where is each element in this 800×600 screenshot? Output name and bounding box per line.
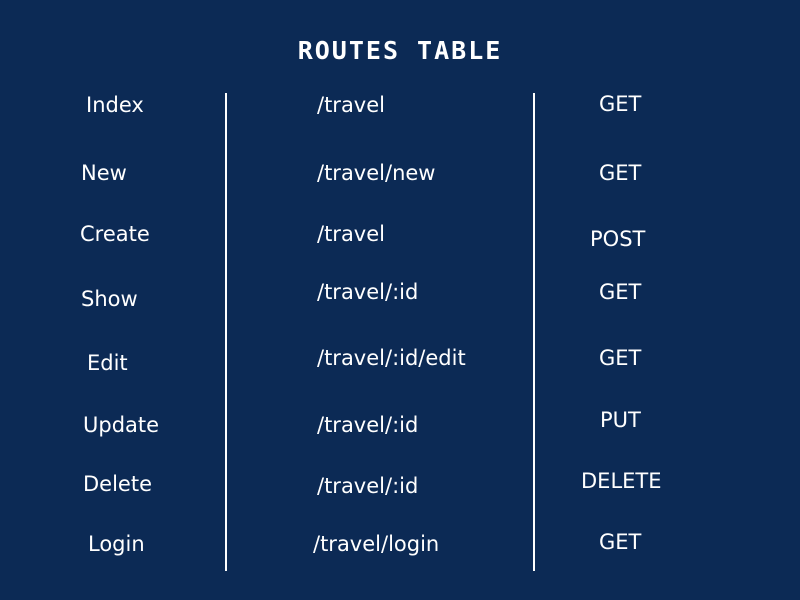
route-action-update: Update: [83, 413, 160, 437]
route-method-edit: GET: [599, 346, 642, 370]
route-path-show: /travel/:id: [317, 280, 419, 304]
route-method-index: GET: [599, 92, 642, 116]
page-title: ROUTES TABLE: [297, 36, 503, 65]
route-action-new: New: [81, 161, 127, 185]
route-action-edit: Edit: [87, 351, 128, 375]
route-action-delete: Delete: [83, 472, 152, 496]
column-divider-left: [225, 93, 227, 571]
column-divider-right: [533, 93, 535, 571]
route-method-new: GET: [599, 161, 642, 185]
route-action-create: Create: [80, 222, 150, 246]
route-action-show: Show: [81, 287, 138, 311]
route-path-new: /travel/new: [317, 161, 436, 185]
route-path-index: /travel: [317, 93, 385, 117]
route-path-login: /travel/login: [313, 532, 440, 556]
route-path-edit: /travel/:id/edit: [317, 346, 466, 370]
route-path-update: /travel/:id: [317, 413, 419, 437]
route-action-index: Index: [86, 93, 144, 117]
route-action-login: Login: [88, 532, 145, 556]
route-method-login: GET: [599, 530, 642, 554]
route-method-delete: DELETE: [581, 469, 662, 493]
route-path-delete: /travel/:id: [317, 474, 419, 498]
route-method-update: PUT: [600, 408, 641, 432]
route-method-show: GET: [599, 280, 642, 304]
route-method-create: POST: [590, 227, 646, 251]
route-path-create: /travel: [317, 222, 385, 246]
